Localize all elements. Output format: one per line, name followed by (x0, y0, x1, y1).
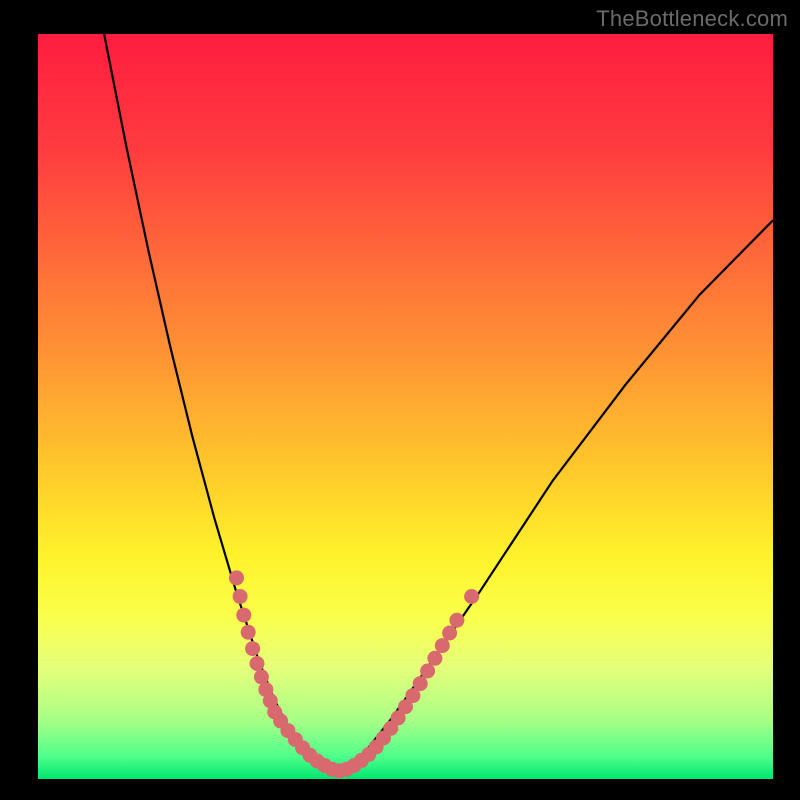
watermark-text: TheBottleneck.com (596, 6, 788, 32)
data-marker (427, 651, 442, 666)
data-marker (449, 613, 464, 628)
data-marker (413, 676, 428, 691)
chart-svg (0, 0, 800, 800)
data-marker (464, 589, 479, 604)
data-marker (442, 626, 457, 641)
data-marker (420, 664, 435, 679)
data-marker (236, 608, 251, 623)
data-marker (250, 656, 265, 671)
data-marker (435, 638, 450, 653)
data-marker (245, 641, 260, 656)
plot-background (38, 34, 773, 779)
chart-stage: TheBottleneck.com (0, 0, 800, 800)
data-marker (229, 570, 244, 585)
data-marker (241, 625, 256, 640)
data-marker (233, 589, 248, 604)
